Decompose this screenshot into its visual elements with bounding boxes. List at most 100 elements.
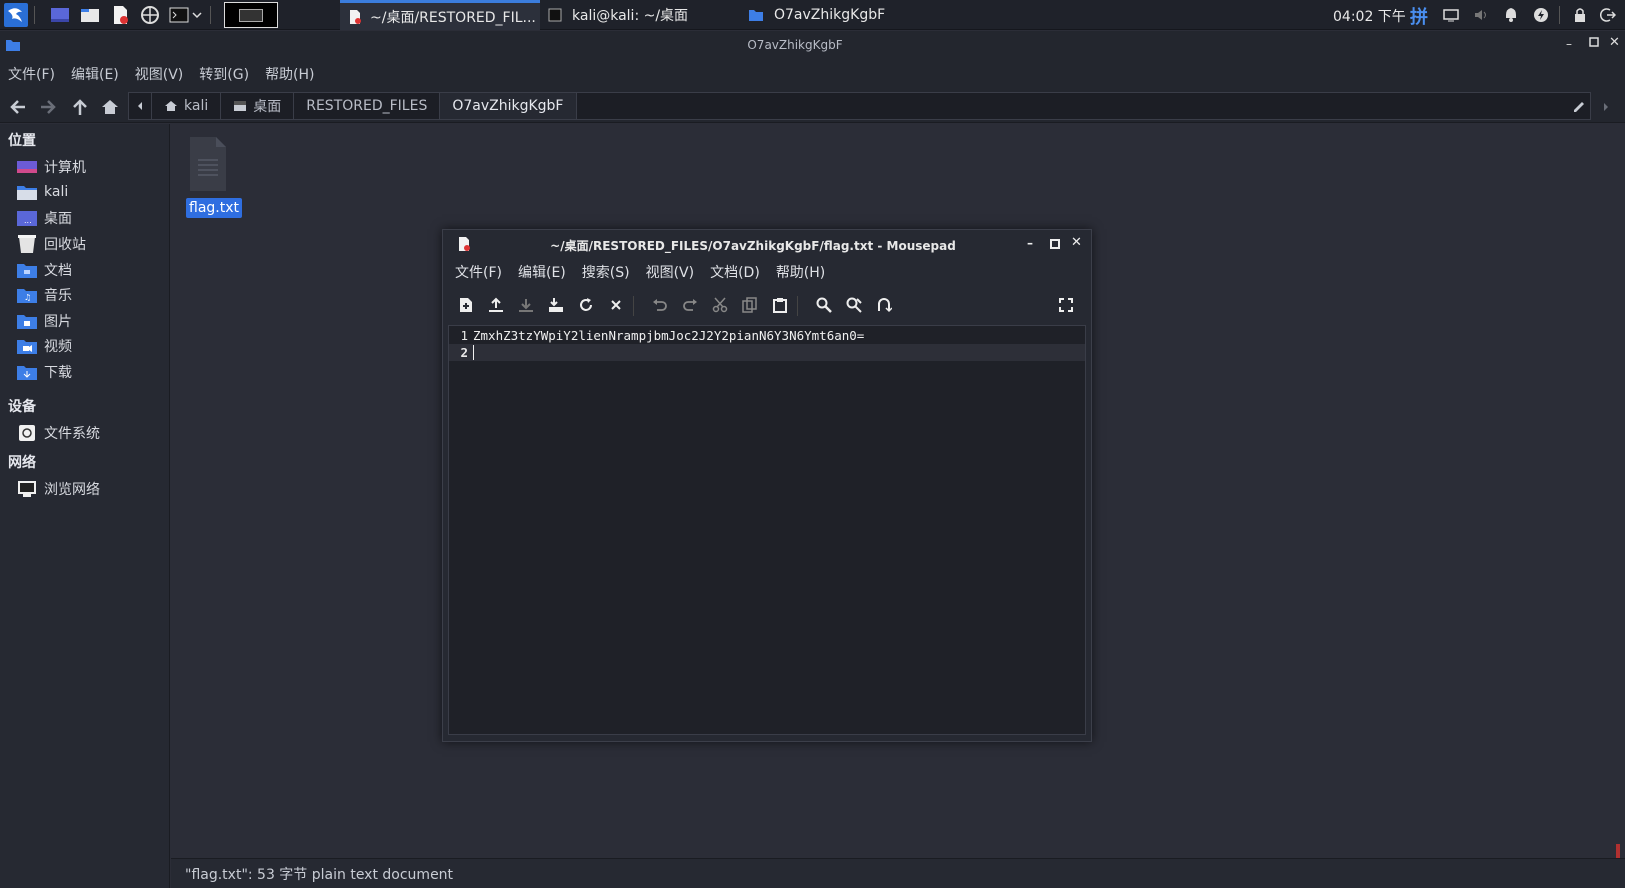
terminal-icon[interactable] bbox=[168, 5, 190, 25]
clock[interactable]: 04:02 下午 bbox=[1333, 6, 1406, 26]
path-scroll-left-button[interactable] bbox=[129, 93, 152, 119]
sidebar-item-documents[interactable]: 文档 bbox=[16, 259, 72, 281]
lock-screen-icon[interactable] bbox=[1570, 5, 1590, 25]
input-method-indicator[interactable]: 拼 bbox=[1410, 3, 1428, 29]
reload-button[interactable] bbox=[575, 294, 597, 316]
path-crumb-restored-files[interactable]: RESTORED_FILES bbox=[294, 93, 441, 119]
file-item-flag-txt[interactable] bbox=[186, 136, 230, 192]
show-desktop-icon[interactable] bbox=[50, 5, 70, 25]
go-to-line-button[interactable] bbox=[873, 294, 895, 316]
sidebar-item-label: 音乐 bbox=[44, 288, 72, 304]
crumb-label: O7avZhikgKgbF bbox=[452, 98, 564, 114]
file-manager-titlebar[interactable]: O7avZhikgKgbF – ✕ bbox=[0, 31, 1625, 59]
menu-file[interactable]: 文件(F) bbox=[455, 262, 502, 284]
redo-button[interactable] bbox=[679, 294, 701, 316]
menu-help[interactable]: 帮助(H) bbox=[265, 64, 314, 84]
path-crumb-desktop[interactable]: 桌面 bbox=[221, 93, 295, 119]
path-crumb-current[interactable]: O7avZhikgKgbF bbox=[440, 93, 577, 119]
close-icon[interactable]: ✕ bbox=[1609, 35, 1620, 50]
line-text: ZmxhZ3tzYWpiY2lienNrampjbmJoc2J2Y2pianN6… bbox=[473, 328, 865, 343]
scrollbar-indicator[interactable] bbox=[1616, 844, 1620, 858]
sidebar-item-filesystem[interactable]: 文件系统 bbox=[16, 422, 100, 444]
cut-button[interactable] bbox=[709, 294, 731, 316]
minimize-icon[interactable]: – bbox=[1566, 37, 1572, 51]
volume-icon[interactable] bbox=[1471, 5, 1491, 25]
menu-help[interactable]: 帮助(H) bbox=[776, 262, 825, 284]
download-icon bbox=[519, 299, 533, 312]
path-scroll-right-button[interactable] bbox=[1596, 95, 1616, 119]
menu-file[interactable]: 文件(F) bbox=[8, 64, 55, 84]
sidebar-item-computer[interactable]: 计算机 bbox=[16, 156, 86, 178]
menu-go[interactable]: 转到(G) bbox=[199, 64, 249, 84]
power-manager-icon[interactable] bbox=[1531, 5, 1551, 25]
save-as-button[interactable] bbox=[545, 294, 567, 316]
text-editor-icon[interactable] bbox=[110, 5, 130, 25]
sidebar-item-label: 计算机 bbox=[44, 160, 86, 176]
window-title: ~/桌面/RESTORED_FILES/O7avZhikgKgbF/flag.t… bbox=[550, 239, 956, 253]
sidebar-item-videos[interactable]: 视频 bbox=[16, 335, 72, 357]
logout-icon[interactable] bbox=[1598, 5, 1618, 25]
chevron-down-icon[interactable] bbox=[190, 5, 204, 25]
task-terminal[interactable]: kali@kali: ~/桌面 bbox=[540, 0, 740, 30]
forward-button[interactable] bbox=[36, 95, 60, 119]
back-button[interactable] bbox=[6, 95, 30, 119]
display-icon[interactable] bbox=[1441, 5, 1461, 25]
menu-view[interactable]: 视图(V) bbox=[646, 262, 695, 284]
sidebar-item-trash[interactable]: 回收站 bbox=[16, 233, 86, 255]
menu-document[interactable]: 文档(D) bbox=[710, 262, 760, 284]
parent-folder-button[interactable] bbox=[68, 95, 92, 119]
file-manager-icon[interactable] bbox=[80, 5, 100, 25]
terminal-icon bbox=[548, 8, 562, 22]
sidebar-item-downloads[interactable]: 下载 bbox=[16, 361, 72, 383]
close-document-button[interactable] bbox=[605, 294, 627, 316]
reload-icon bbox=[580, 298, 592, 311]
find-button[interactable] bbox=[813, 294, 835, 316]
undo-button[interactable] bbox=[649, 294, 671, 316]
sidebar-item-kali[interactable]: kali bbox=[16, 181, 68, 203]
sidebar-item-pictures[interactable]: 图片 bbox=[16, 310, 72, 332]
edit-location-button[interactable] bbox=[1567, 95, 1591, 119]
sidebar-item-desktop[interactable]: ... 桌面 bbox=[16, 207, 72, 229]
kali-menu-icon[interactable] bbox=[4, 3, 28, 27]
save-button[interactable] bbox=[515, 294, 537, 316]
close-icon[interactable]: ✕ bbox=[1071, 235, 1082, 250]
close-icon bbox=[611, 300, 621, 310]
desktop-icon bbox=[234, 101, 247, 111]
text-editor-area[interactable]: 1 ZmxhZ3tzYWpiY2lienNrampjbmJoc2J2Y2pian… bbox=[448, 325, 1086, 735]
menu-search[interactable]: 搜索(S) bbox=[582, 262, 630, 284]
open-file-button[interactable] bbox=[485, 294, 507, 316]
mousepad-toolbar bbox=[443, 290, 1091, 320]
file-name-label[interactable]: flag.txt bbox=[186, 198, 242, 218]
home-icon bbox=[102, 100, 118, 114]
sidebar-item-browse-network[interactable]: 浏览网络 bbox=[16, 478, 100, 500]
web-browser-icon[interactable] bbox=[140, 5, 160, 25]
new-document-button[interactable] bbox=[455, 294, 477, 316]
task-label: ~/桌面/RESTORED_FIL... bbox=[370, 9, 536, 26]
minimize-icon[interactable]: – bbox=[1027, 236, 1033, 250]
copy-button[interactable] bbox=[739, 294, 761, 316]
sidebar-item-label: kali bbox=[44, 184, 69, 200]
home-button[interactable] bbox=[98, 95, 122, 119]
sidebar-item-music[interactable]: ♫ 音乐 bbox=[16, 284, 72, 306]
task-file-manager[interactable]: O7avZhikgKgbF bbox=[740, 0, 940, 30]
documents-folder-icon bbox=[16, 261, 38, 279]
workspace-switcher[interactable] bbox=[224, 2, 278, 28]
fullscreen-button[interactable] bbox=[1055, 294, 1077, 316]
paste-button[interactable] bbox=[769, 294, 791, 316]
path-crumb-kali[interactable]: kali bbox=[152, 93, 222, 119]
maximize-icon[interactable] bbox=[1589, 36, 1599, 50]
editor-line-current[interactable]: 2 bbox=[449, 344, 1085, 361]
taskbar-separator bbox=[34, 6, 35, 24]
sidebar-item-label: 文件系统 bbox=[44, 426, 100, 442]
task-mousepad[interactable]: ~/桌面/RESTORED_FIL... bbox=[340, 0, 540, 30]
notification-bell-icon[interactable] bbox=[1501, 5, 1521, 25]
home-icon bbox=[165, 101, 177, 111]
music-folder-icon: ♫ bbox=[16, 286, 38, 304]
menu-edit[interactable]: 编辑(E) bbox=[71, 64, 119, 84]
maximize-icon[interactable] bbox=[1050, 238, 1060, 252]
menu-view[interactable]: 视图(V) bbox=[135, 64, 184, 84]
menu-edit[interactable]: 编辑(E) bbox=[518, 262, 566, 284]
mousepad-titlebar[interactable]: ~/桌面/RESTORED_FILES/O7avZhikgKgbF/flag.t… bbox=[443, 230, 1091, 258]
editor-line[interactable]: 1 ZmxhZ3tzYWpiY2lienNrampjbmJoc2J2Y2pian… bbox=[449, 327, 1085, 344]
find-replace-button[interactable] bbox=[843, 294, 865, 316]
